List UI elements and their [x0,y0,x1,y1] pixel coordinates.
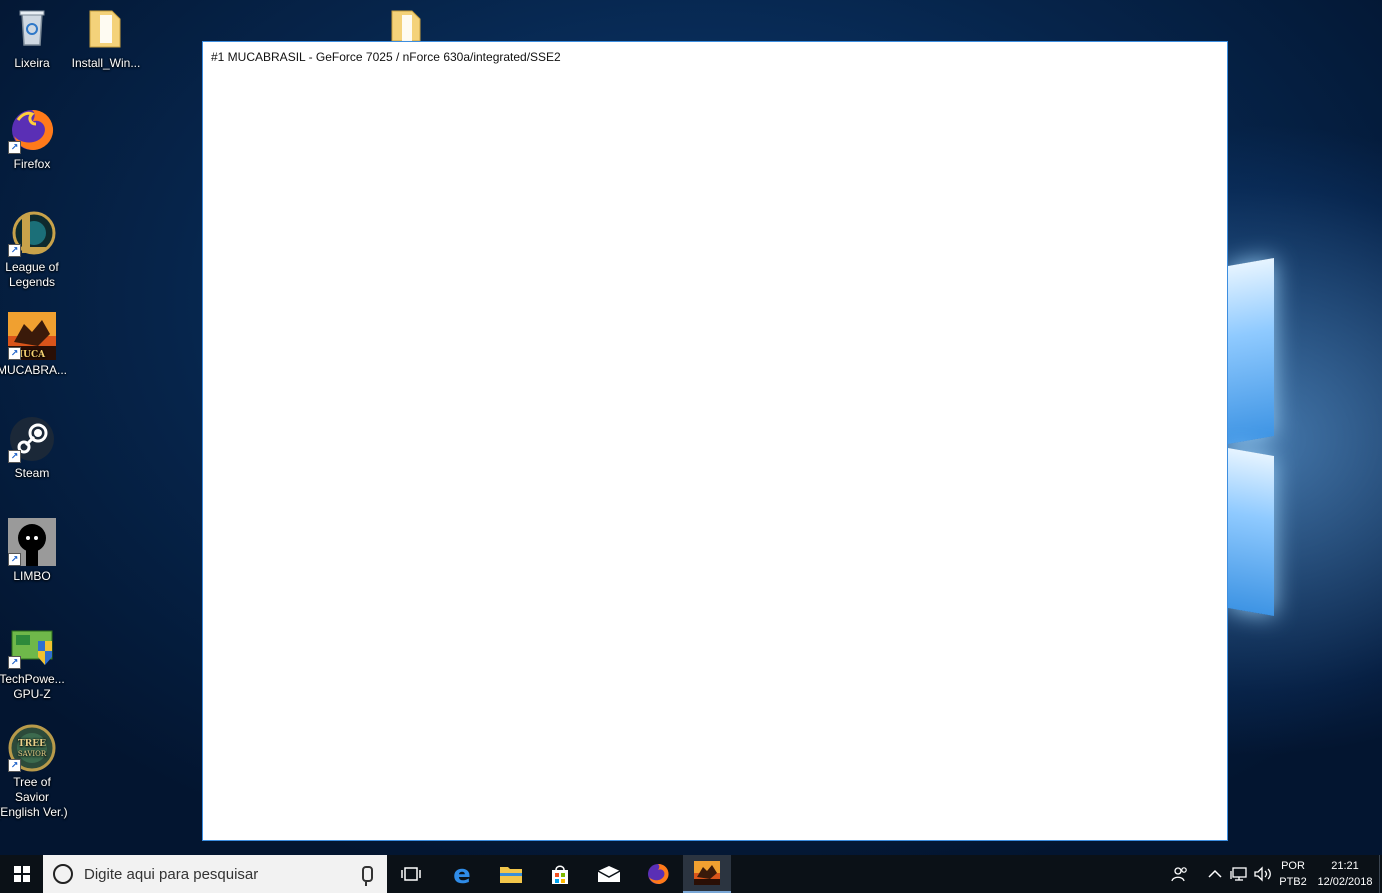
steam-icon: ↗ [8,415,56,463]
desktop-icon-mucabrasil[interactable]: IUCA ↗ MUCABRA... [0,312,68,378]
desktop-icon-gpu-z[interactable]: ↗ TechPowe... GPU-Z [0,621,68,702]
desktop-icon-league-of-legends[interactable]: ↗ League of Legends [0,209,68,290]
svg-text:IUCA: IUCA [19,350,46,360]
file-explorer-taskbar-button[interactable] [487,855,535,893]
people-button[interactable] [1166,855,1194,893]
clock[interactable]: 21:21 12/02/2018 [1312,855,1378,893]
microphone-icon[interactable] [362,866,373,886]
firefox-icon [648,863,669,884]
mucabrasil-icon [694,861,720,885]
input-language-button[interactable]: POR PTB2 [1276,855,1310,893]
edge-icon: e [453,862,471,886]
store-taskbar-button[interactable] [536,855,584,893]
desktop-icon-lixeira[interactable]: Lixeira [0,5,68,71]
mucabrasil-icon: IUCA ↗ [8,312,56,360]
gpu-z-icon: ↗ [8,621,56,669]
desktop-icon-label: Tree of Savior (English Ver.) [0,775,68,819]
limbo-icon: ↗ [8,518,56,566]
network-button[interactable] [1228,855,1250,893]
taskbar: Digite aqui para pesquisar e POR PTB2 21… [0,855,1382,893]
keyboard-layout: PTB2 [1279,876,1307,888]
windows-start-icon [13,866,30,882]
desktop-icon-label: Steam [14,466,50,480]
mucabrasil-app-window[interactable]: #1 MUCABRASIL - GeForce 7025 / nForce 63… [202,41,1228,841]
desktop-icon-label: League of Legends [5,260,59,289]
league-of-legends-icon: ↗ [8,209,56,257]
chevron-up-icon [1208,869,1222,878]
renderer-info-text: #1 MUCABRASIL - GeForce 7025 / nForce 63… [211,50,561,64]
mucabrasil-taskbar-button[interactable] [683,855,731,893]
desktop-icon-label: MUCABRA... [0,363,67,377]
tree-of-savior-icon: TREE SAVIOR ↗ [8,724,56,772]
network-icon [1230,867,1247,881]
desktop-icon-steam[interactable]: ↗ Steam [0,415,68,481]
folder-icon [82,5,130,53]
start-button[interactable] [0,855,43,893]
desktop-icon-label: Firefox [13,157,51,171]
search-input[interactable]: Digite aqui para pesquisar [84,866,258,883]
mail-taskbar-button[interactable] [585,855,633,893]
svg-text:e: e [453,862,471,886]
svg-text:SAVIOR: SAVIOR [18,750,47,758]
cortana-icon [53,864,73,884]
folder-icon[interactable] [390,5,424,41]
clock-date: 12/02/2018 [1317,876,1373,888]
firefox-icon: ↗ [8,106,56,154]
search-box[interactable]: Digite aqui para pesquisar [43,855,387,893]
desktop-icon-label: LIMBO [13,569,51,583]
desktop-icon-limbo[interactable]: ↗ LIMBO [0,518,68,584]
firefox-taskbar-button[interactable] [634,855,682,893]
language-code: POR [1281,860,1305,872]
store-icon [552,865,568,884]
volume-button[interactable] [1252,855,1274,893]
task-view-button[interactable] [388,855,434,893]
svg-text:TREE: TREE [18,739,46,749]
desktop-icon-label: Install_Win... [71,56,141,70]
speaker-icon [1254,866,1271,882]
desktop-icon-tree-of-savior[interactable]: TREE SAVIOR ↗ Tree of Savior (English Ve… [0,724,68,820]
clock-time: 21:21 [1331,860,1359,872]
desktop: Lixeira Install_Win... ↗ Firefox ↗ Leagu… [0,0,1382,855]
desktop-icon-label: Lixeira [14,56,50,70]
people-icon [1171,867,1187,882]
desktop-icon-label: TechPowe... GPU-Z [0,672,65,701]
mail-icon [597,866,621,882]
show-hidden-icons-button[interactable] [1204,855,1226,893]
recycle-bin-icon [8,5,56,53]
desktop-icon-install-win[interactable]: Install_Win... [70,5,142,71]
desktop-icon-firefox[interactable]: ↗ Firefox [0,106,68,172]
file-explorer-icon [500,867,522,883]
edge-taskbar-button[interactable]: e [438,855,486,893]
task-view-icon [401,867,421,881]
